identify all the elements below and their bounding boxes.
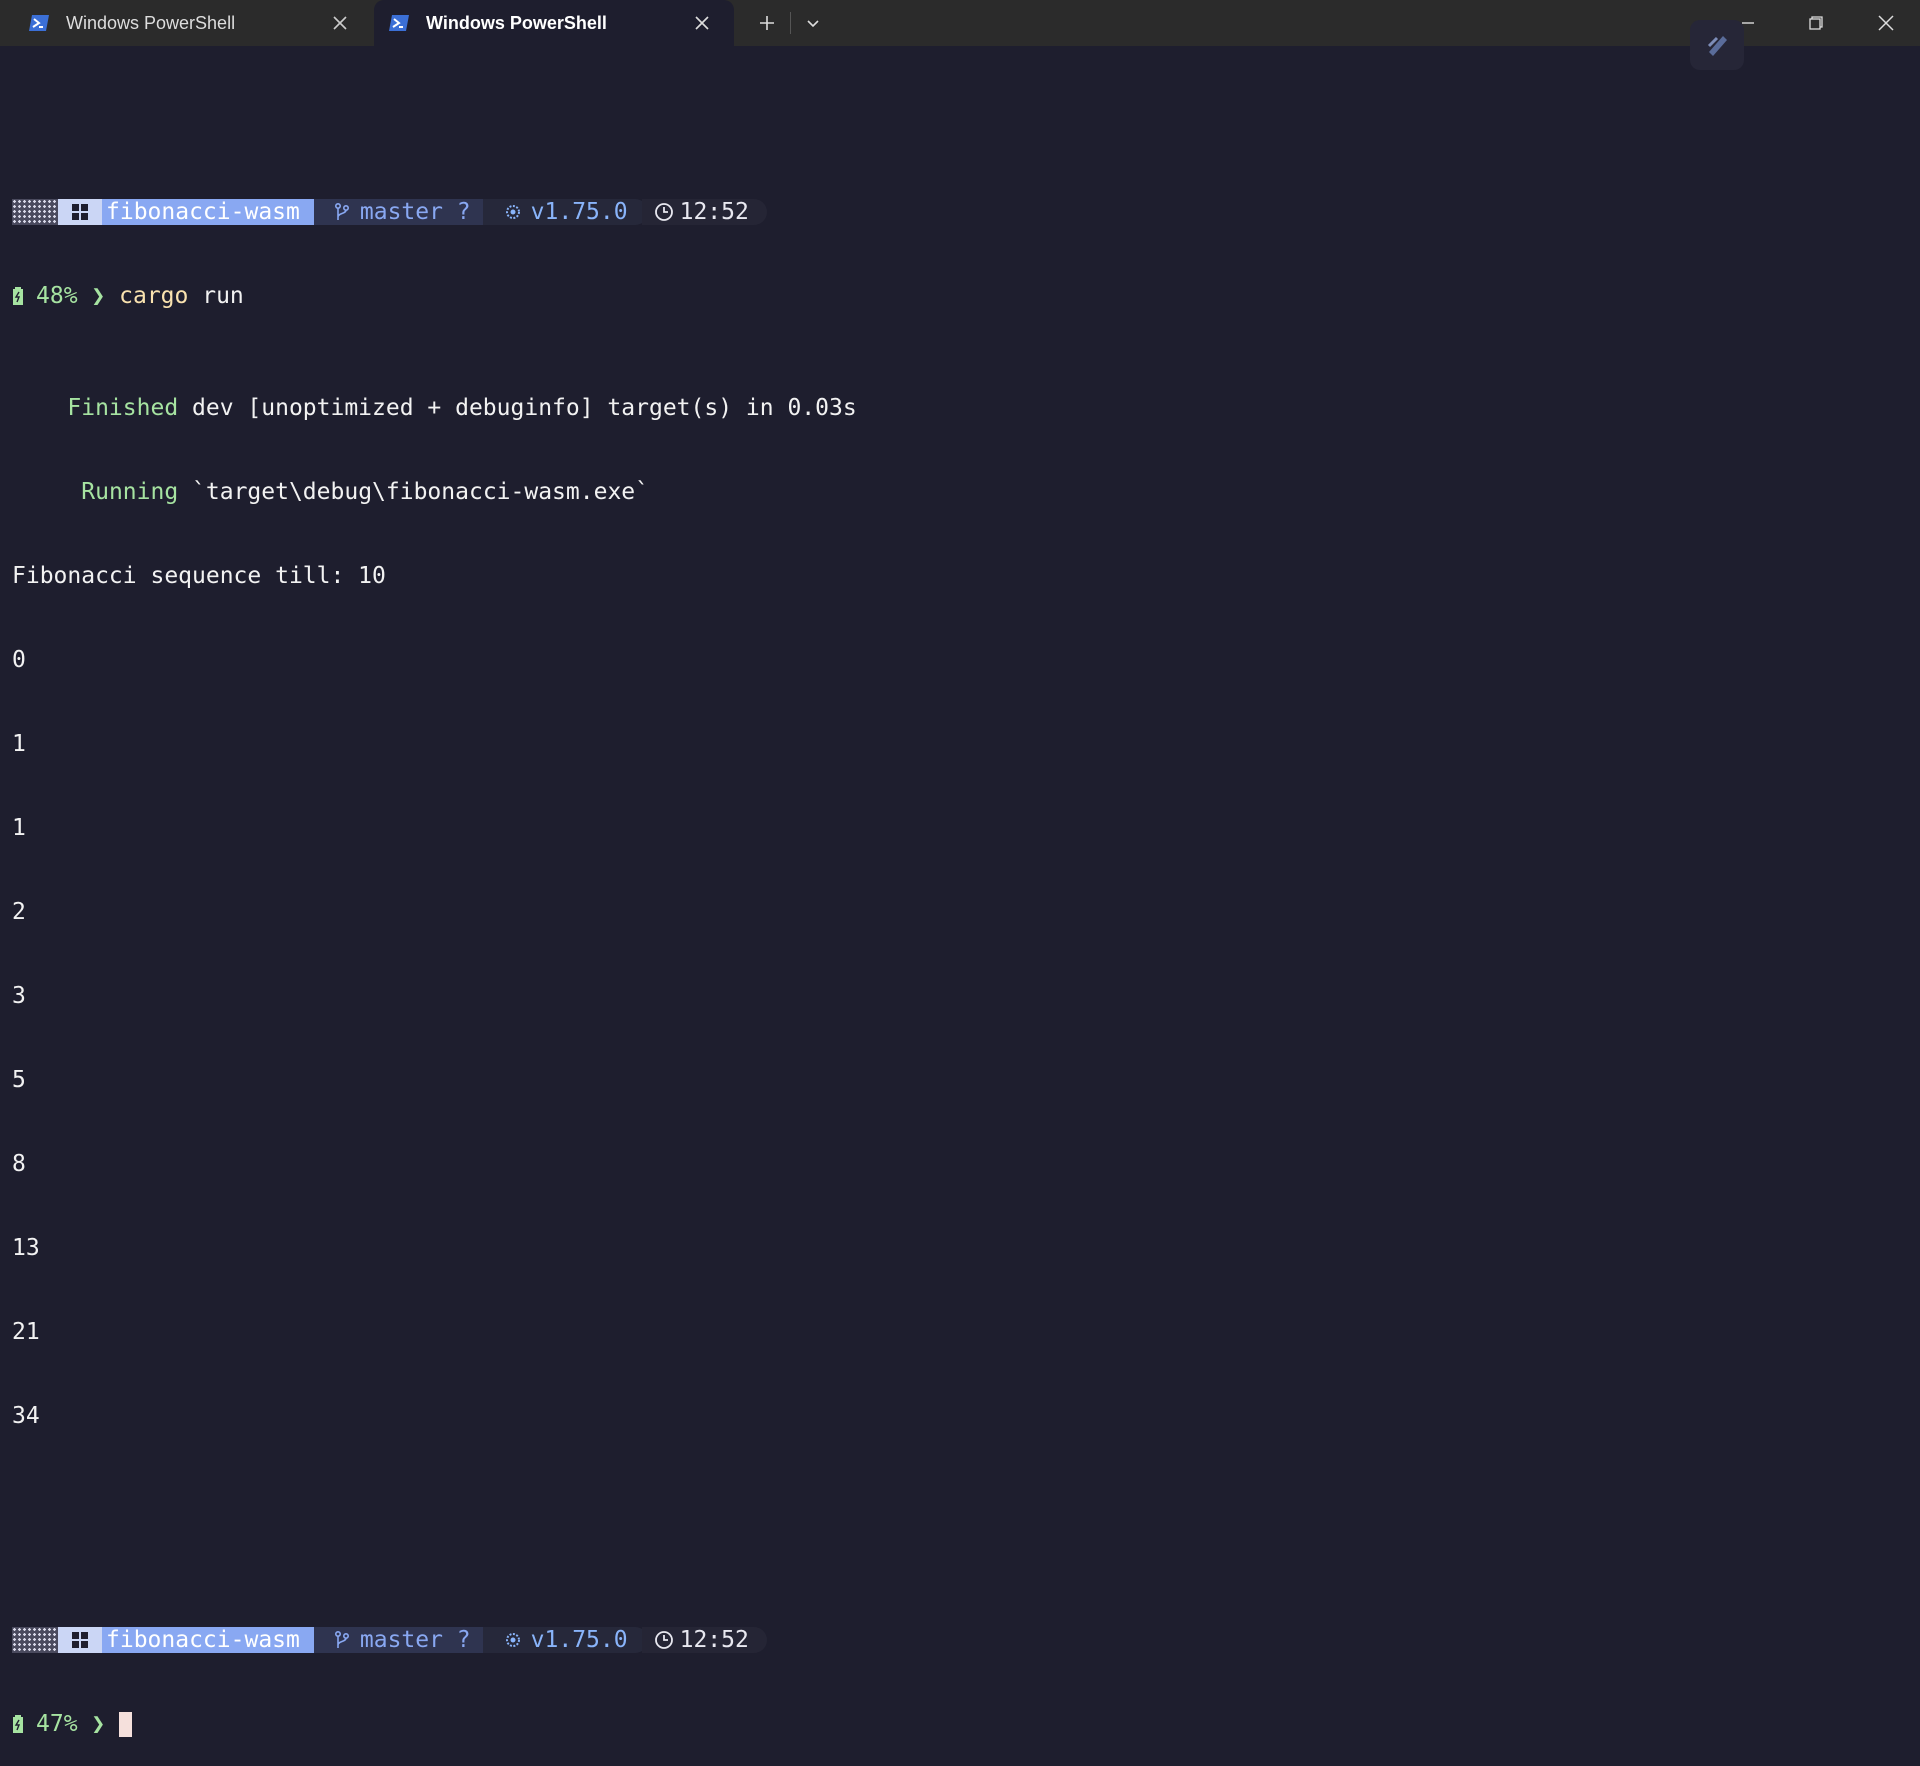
running-label: Running <box>81 479 179 505</box>
git-branch-icon <box>334 202 349 220</box>
directory-segment: fibonacci-wasm <box>92 1627 328 1653</box>
prompt-line: fibonacci-wasm master ? v1.75.0 12:52 <box>12 198 857 226</box>
restore-button[interactable] <box>1788 0 1844 46</box>
output-number: 1 <box>12 815 26 841</box>
windows-icon <box>72 1632 88 1648</box>
output-line: Running `target\debug\fibonacci-wasm.exe… <box>12 478 857 506</box>
rust-icon <box>505 1633 520 1647</box>
output-number: 13 <box>12 1235 40 1261</box>
time-segment: 12:52 <box>641 199 767 225</box>
tab-dropdown-button[interactable] <box>792 0 834 46</box>
output-number: 1 <box>12 731 26 757</box>
prompt-time: 12:52 <box>679 199 749 225</box>
output-number: 34 <box>12 1403 40 1429</box>
tab-powershell-1[interactable]: Windows PowerShell <box>0 0 372 46</box>
git-branch: master ? <box>359 199 471 225</box>
command-line: 48% ❯ cargo run <box>12 282 857 310</box>
finished-text: dev [unoptimized + debuginfo] target(s) … <box>178 395 857 421</box>
command-line[interactable]: 47% ❯ <box>12 1710 857 1738</box>
prompt-arrow: ❯ <box>91 283 106 309</box>
git-segment: master ? <box>313 1627 497 1653</box>
terminal-output[interactable]: fibonacci-wasm master ? v1.75.0 12:52 48… <box>12 86 857 1766</box>
output-number: 0 <box>12 647 26 673</box>
rust-version: v1.75.0 <box>530 199 628 225</box>
prompt-decoration <box>12 199 58 225</box>
output-number: 5 <box>12 1067 26 1093</box>
finished-label: Finished <box>67 395 179 421</box>
output-line: Finished dev [unoptimized + debuginfo] t… <box>12 394 857 422</box>
rust-icon <box>505 205 520 219</box>
os-segment <box>58 199 102 225</box>
tab-label: Windows PowerShell <box>66 12 236 33</box>
output-number: 8 <box>12 1151 26 1177</box>
rust-segment: v1.75.0 <box>482 199 648 225</box>
output-heading: Fibonacci sequence till: 10 <box>12 563 386 589</box>
prompt-line: fibonacci-wasm master ? v1.75.0 12:52 <box>12 1626 857 1654</box>
battery-level: 48% <box>36 283 78 309</box>
directory-segment: fibonacci-wasm <box>92 199 328 225</box>
close-tab-icon[interactable] <box>692 13 712 33</box>
os-segment <box>58 1627 102 1653</box>
git-segment: master ? <box>313 199 497 225</box>
git-branch: master ? <box>359 1627 471 1653</box>
powershell-icon <box>389 15 409 31</box>
overlay-badge[interactable] <box>1690 20 1744 70</box>
plus-icon <box>760 16 774 30</box>
git-branch-icon <box>334 1630 349 1648</box>
powershell-icon <box>29 15 49 31</box>
output-number: 21 <box>12 1319 40 1345</box>
battery-icon <box>13 1715 23 1733</box>
title-bar: Windows PowerShell Windows PowerShell <box>0 0 1920 46</box>
close-window-button[interactable] <box>1856 0 1916 46</box>
running-text: `target\debug\fibonacci-wasm.exe` <box>178 479 649 505</box>
output-number: 2 <box>12 899 26 925</box>
command-args: run <box>188 283 244 309</box>
clock-icon <box>654 1631 673 1649</box>
tab-powershell-2[interactable]: Windows PowerShell <box>374 0 734 46</box>
battery-icon <box>13 287 23 305</box>
output-number: 3 <box>12 983 26 1009</box>
close-icon <box>1878 15 1894 31</box>
command-name: cargo <box>119 283 189 309</box>
chevron-down-icon <box>807 20 819 28</box>
close-tab-icon[interactable] <box>330 13 350 33</box>
pen-icon <box>1707 36 1727 56</box>
time-segment: 12:52 <box>641 1627 767 1653</box>
battery-level: 47% <box>36 1711 78 1737</box>
prompt-arrow: ❯ <box>91 1711 106 1737</box>
text-cursor[interactable] <box>119 1711 133 1737</box>
rust-segment: v1.75.0 <box>482 1627 648 1653</box>
windows-icon <box>72 204 88 220</box>
restore-icon <box>1809 16 1823 30</box>
tab-label: Windows PowerShell <box>426 12 607 33</box>
rust-version: v1.75.0 <box>530 1627 628 1653</box>
divider <box>790 12 791 34</box>
prompt-time: 12:52 <box>679 1627 749 1653</box>
prompt-decoration <box>12 1627 58 1653</box>
new-tab-button[interactable] <box>746 0 788 46</box>
clock-icon <box>654 203 673 221</box>
